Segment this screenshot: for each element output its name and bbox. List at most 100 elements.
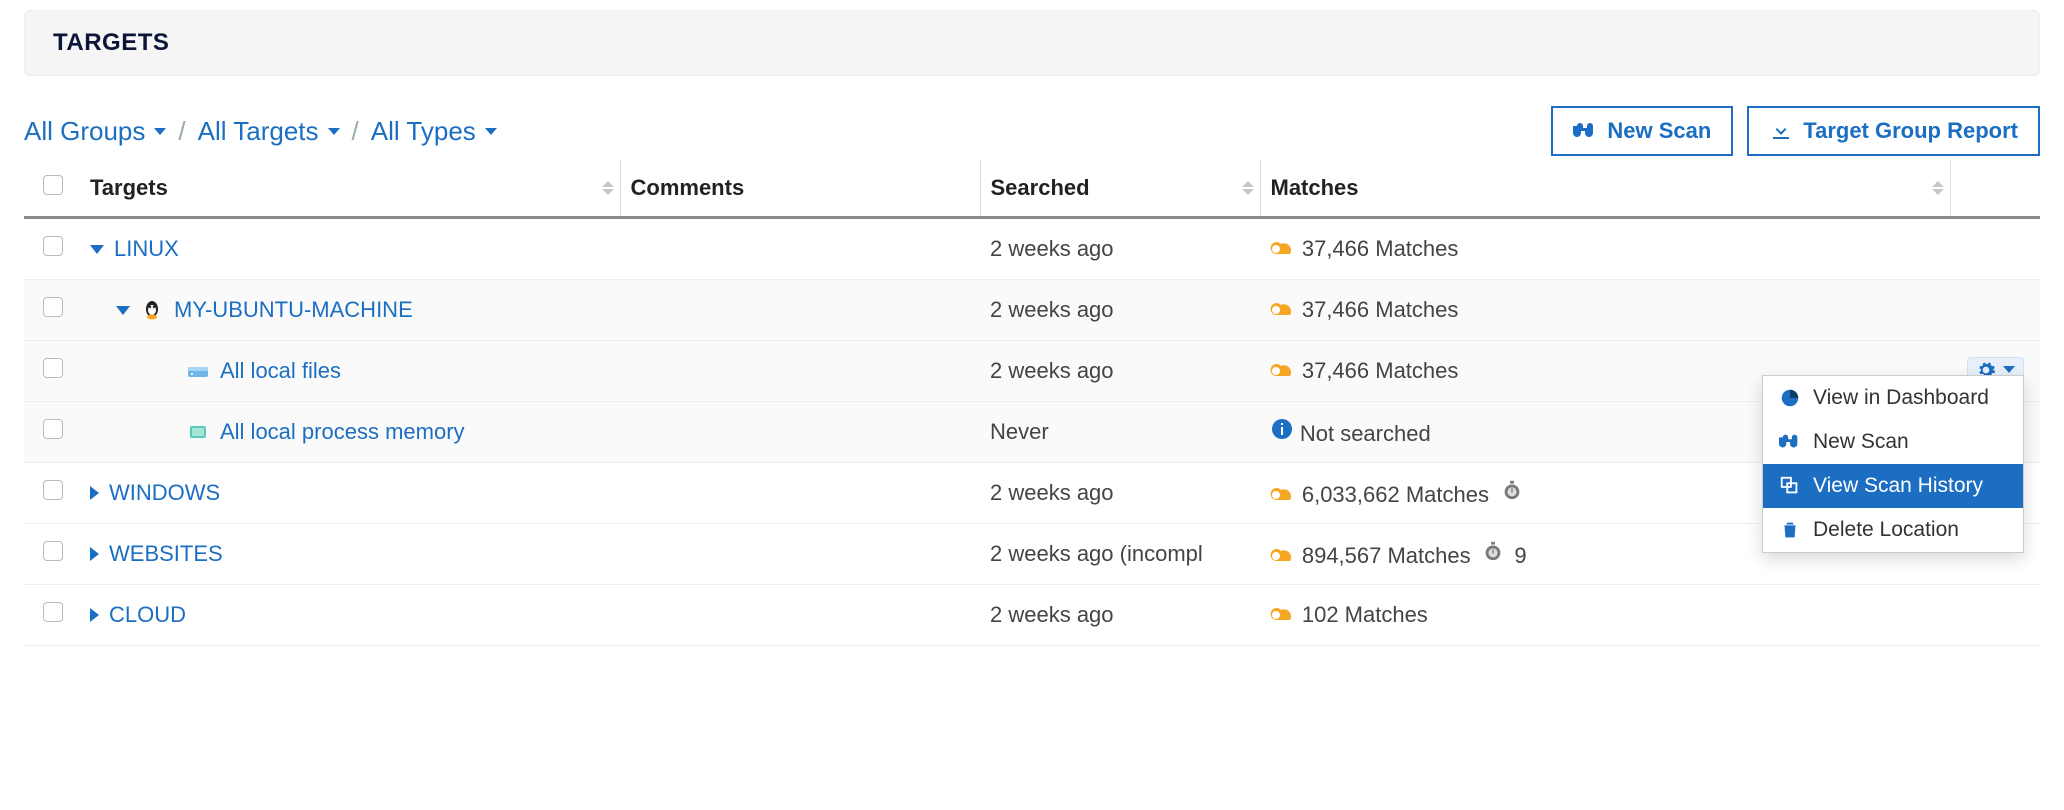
- col-targets[interactable]: Targets: [80, 160, 620, 218]
- pie-chart-icon: [1779, 387, 1801, 409]
- col-comments[interactable]: Comments: [620, 160, 980, 218]
- matches-value: 894,567 Matches: [1302, 543, 1471, 568]
- target-link-windows[interactable]: WINDOWS: [109, 480, 220, 506]
- cloud-icon: [1270, 297, 1296, 317]
- stopwatch-icon: [1501, 478, 1523, 502]
- table-row: CLOUD 2 weeks ago 102 Matches: [24, 585, 2040, 646]
- searched-value: 2 weeks ago: [990, 297, 1114, 322]
- matches-value: Not searched: [1300, 421, 1431, 446]
- row-checkbox[interactable]: [43, 480, 63, 500]
- caret-down-icon: [485, 128, 497, 135]
- breadcrumb-targets[interactable]: All Targets: [198, 116, 340, 147]
- trash-icon: [1779, 519, 1801, 541]
- target-link-process-memory[interactable]: All local process memory: [220, 419, 465, 445]
- breadcrumb: All Groups / All Targets / All Types: [24, 116, 497, 147]
- row-checkbox[interactable]: [43, 236, 63, 256]
- expand-toggle[interactable]: [90, 486, 99, 500]
- breadcrumb-groups[interactable]: All Groups: [24, 116, 166, 147]
- matches-value: 37,466 Matches: [1302, 358, 1459, 383]
- row-checkbox[interactable]: [43, 297, 63, 317]
- caret-down-icon: [2003, 366, 2015, 373]
- menu-delete-location-label: Delete Location: [1813, 518, 1959, 542]
- breadcrumb-targets-label: All Targets: [198, 116, 319, 147]
- col-actions: [1950, 160, 2040, 218]
- col-targets-label: Targets: [90, 175, 168, 200]
- table-row: All local process memory Never Not searc…: [24, 402, 2040, 463]
- expand-toggle[interactable]: [90, 245, 104, 254]
- target-link-ubuntu[interactable]: MY-UBUNTU-MACHINE: [174, 297, 413, 323]
- row-checkbox[interactable]: [43, 358, 63, 378]
- searched-value: Never: [990, 419, 1049, 444]
- menu-delete-location[interactable]: Delete Location: [1763, 508, 2023, 552]
- sort-icon: [1932, 181, 1944, 195]
- history-icon: [1779, 475, 1801, 497]
- row-checkbox[interactable]: [43, 541, 63, 561]
- cloud-icon: [1270, 602, 1296, 622]
- expand-toggle[interactable]: [90, 608, 99, 622]
- target-link-websites[interactable]: WEBSITES: [109, 541, 223, 567]
- select-all-checkbox[interactable]: [43, 175, 63, 195]
- col-searched-label: Searched: [991, 175, 1090, 200]
- cloud-icon: [1270, 358, 1296, 378]
- new-scan-button[interactable]: New Scan: [1551, 106, 1733, 156]
- col-comments-label: Comments: [631, 175, 745, 200]
- table-row: MY-UBUNTU-MACHINE 2 weeks ago 37,466 Mat…: [24, 280, 2040, 341]
- caret-down-icon: [154, 128, 166, 135]
- table-row: WEBSITES 2 weeks ago (incompl 894,567 Ma…: [24, 524, 2040, 585]
- table-row: All local files 2 weeks ago 37,466 Match…: [24, 341, 2040, 402]
- binoculars-icon: [1573, 119, 1597, 143]
- matches-value: 37,466 Matches: [1302, 236, 1459, 261]
- searched-value: 2 weeks ago: [990, 602, 1114, 627]
- row-checkbox[interactable]: [43, 602, 63, 622]
- cloud-icon: [1270, 543, 1296, 563]
- expand-toggle[interactable]: [90, 547, 99, 561]
- caret-down-icon: [328, 128, 340, 135]
- menu-view-dashboard-label: View in Dashboard: [1813, 386, 1989, 410]
- breadcrumb-separator: /: [178, 116, 185, 147]
- target-link-linux[interactable]: LINUX: [114, 236, 179, 262]
- extra-value: 9: [1514, 543, 1526, 568]
- sort-icon: [1242, 181, 1254, 195]
- breadcrumb-types[interactable]: All Types: [371, 116, 497, 147]
- breadcrumb-types-label: All Types: [371, 116, 476, 147]
- target-link-all-local-files[interactable]: All local files: [220, 358, 341, 384]
- row-actions-menu: View in Dashboard New Scan View Scan His…: [1762, 375, 2024, 553]
- sort-icon: [602, 181, 614, 195]
- col-checkbox: [24, 160, 80, 218]
- col-matches-label: Matches: [1271, 175, 1359, 200]
- stopwatch-icon: [1482, 539, 1504, 563]
- menu-view-scan-history-label: View Scan History: [1813, 474, 1983, 498]
- matches-value: 37,466 Matches: [1302, 297, 1459, 322]
- binoculars-icon: [1779, 431, 1801, 453]
- drive-icon: [186, 359, 210, 383]
- menu-new-scan-label: New Scan: [1813, 430, 1909, 454]
- searched-value: 2 weeks ago: [990, 236, 1114, 261]
- col-matches[interactable]: Matches: [1260, 160, 1950, 218]
- cloud-icon: [1270, 482, 1296, 502]
- breadcrumb-separator: /: [352, 116, 359, 147]
- table-row: LINUX 2 weeks ago 37,466 Matches: [24, 218, 2040, 280]
- matches-value: 102 Matches: [1302, 602, 1428, 627]
- matches-value: 6,033,662 Matches: [1302, 482, 1489, 507]
- cloud-icon: [1270, 236, 1296, 256]
- menu-view-scan-history[interactable]: View Scan History: [1763, 464, 2023, 508]
- row-checkbox[interactable]: [43, 419, 63, 439]
- info-icon: [1270, 417, 1294, 441]
- searched-value: 2 weeks ago (incompl: [990, 541, 1203, 566]
- page-title: TARGETS: [53, 29, 169, 56]
- linux-icon: [140, 298, 164, 322]
- memory-icon: [186, 420, 210, 444]
- target-group-report-button[interactable]: Target Group Report: [1747, 106, 2040, 156]
- searched-value: 2 weeks ago: [990, 358, 1114, 383]
- expand-toggle[interactable]: [116, 306, 130, 315]
- menu-new-scan[interactable]: New Scan: [1763, 420, 2023, 464]
- targets-table: Targets Comments Searched Matches: [24, 160, 2040, 646]
- col-searched[interactable]: Searched: [980, 160, 1260, 218]
- target-link-cloud[interactable]: CLOUD: [109, 602, 186, 628]
- table-row: WINDOWS 2 weeks ago 6,033,662 Matches: [24, 463, 2040, 524]
- download-icon: [1769, 119, 1793, 143]
- menu-view-dashboard[interactable]: View in Dashboard: [1763, 376, 2023, 420]
- page-header: TARGETS: [24, 10, 2040, 76]
- new-scan-label: New Scan: [1607, 118, 1711, 144]
- target-group-report-label: Target Group Report: [1803, 118, 2018, 144]
